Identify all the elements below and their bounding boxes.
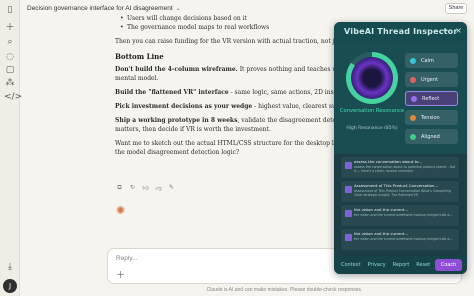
feed-item[interactable]: the vision and the current... the vision…: [341, 205, 459, 226]
search-icon[interactable]: ⌕: [4, 36, 16, 48]
reply-input[interactable]: Reply...: [116, 255, 138, 262]
chevron-down-icon[interactable]: ⌄: [176, 5, 181, 12]
mode-button-tension[interactable]: Tension: [405, 110, 458, 125]
resonance-gauge: [346, 52, 398, 104]
vibeai-inspector-panel: VibeAI Thread Inspector — × Conversation…: [334, 22, 467, 274]
sidebar-toggle-icon[interactable]: ▯: [4, 4, 16, 16]
footer-link-report[interactable]: Report: [393, 262, 410, 268]
urgent-icon: [410, 76, 416, 83]
code-icon[interactable]: </>: [4, 91, 22, 103]
panel-titlebar[interactable]: VibeAI Thread Inspector — ×: [334, 22, 467, 42]
feed-item[interactable]: Assessment of This Product Conversation.…: [341, 181, 459, 202]
close-icon[interactable]: ×: [455, 26, 462, 35]
resonance-section: Conversation Resonance High Resonance (8…: [334, 42, 467, 154]
footer-link-reset[interactable]: Reset: [416, 262, 430, 268]
panel-title: VibeAI Thread Inspector: [344, 27, 458, 36]
coach-button[interactable]: Coach: [435, 259, 462, 271]
reflect-icon: [411, 95, 417, 102]
thumbs-down-icon[interactable]: 👎︎: [155, 184, 162, 192]
mode-button-urgent[interactable]: Urgent: [405, 72, 458, 87]
thread-feed: assess the conversation about to... asse…: [334, 154, 467, 256]
mode-button-calm[interactable]: Calm: [405, 53, 458, 68]
thumbs-up-icon[interactable]: 👍︎: [142, 184, 149, 192]
gauge-subtitle: High Resonance (85%): [346, 126, 398, 131]
plus-icon[interactable]: ＋: [4, 22, 16, 34]
mode-button-aligned[interactable]: Aligned: [405, 129, 458, 144]
attach-plus-icon[interactable]: ＋: [116, 268, 125, 281]
feed-item[interactable]: assess the conversation about to... asse…: [341, 157, 459, 178]
artifacts-icon[interactable]: ⁂: [4, 77, 16, 89]
projects-icon[interactable]: ▢: [4, 64, 16, 76]
mode-button-reflect[interactable]: Reflect: [405, 91, 458, 106]
message-icon: [345, 210, 352, 217]
gauge-label: Conversation Resonance: [339, 108, 405, 114]
copy-icon[interactable]: ⧉: [116, 184, 123, 192]
left-rail: ▯ ＋ ⌕ ◌ ▢ ⁂ </> ⤓ J: [0, 0, 22, 296]
calm-icon: [410, 57, 416, 64]
conversation-title[interactable]: Decision governance interface for AI dis…: [27, 5, 173, 12]
aligned-icon: [410, 133, 416, 140]
edit-icon[interactable]: ✎: [168, 184, 175, 192]
panel-footer: Context Privacy Report Reset Coach: [334, 256, 467, 274]
message-icon: [345, 162, 352, 169]
message-actions: ⧉ ↻ 👍︎ 👎︎ ✎: [116, 184, 175, 192]
footer-link-context[interactable]: Context: [341, 262, 361, 268]
disclaimer-text: Claude is AI and can make mistakes. Plea…: [206, 287, 363, 293]
minimize-icon[interactable]: —: [442, 26, 450, 35]
footer-link-privacy[interactable]: Privacy: [368, 262, 386, 268]
download-icon[interactable]: ⤓: [4, 261, 16, 273]
chats-icon[interactable]: ◌: [4, 51, 16, 63]
avatar[interactable]: J: [3, 279, 17, 293]
retry-icon[interactable]: ↻: [129, 184, 136, 192]
tension-icon: [410, 114, 416, 121]
feed-item[interactable]: the vision and the current... the vision…: [341, 229, 459, 250]
claude-logo-icon: ✺: [116, 204, 126, 217]
message-icon: [345, 186, 352, 193]
share-button[interactable]: Share: [445, 3, 467, 14]
resonance-orb: [351, 57, 393, 99]
message-icon: [345, 234, 352, 241]
